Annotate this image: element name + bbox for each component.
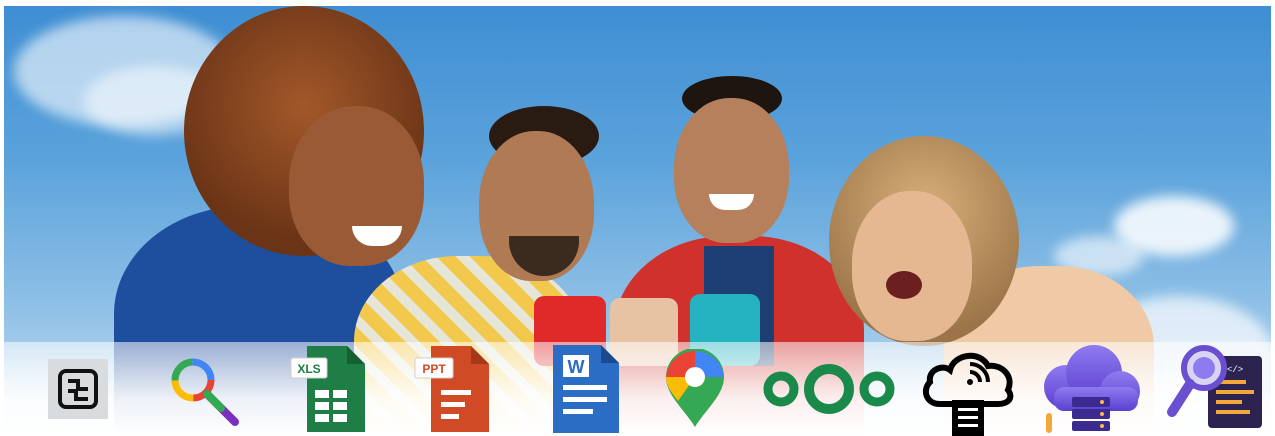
- cloud-server-icon[interactable]: [1034, 342, 1146, 436]
- ppt-label: PPT: [422, 362, 446, 376]
- presentation-icon[interactable]: PPT: [411, 342, 495, 436]
- spreadsheet-icon[interactable]: XLS: [287, 342, 371, 436]
- cloud-upload-icon[interactable]: [916, 342, 1020, 436]
- maps-icon[interactable]: [660, 342, 730, 436]
- nextcloud-icon[interactable]: [756, 342, 902, 436]
- document-icon[interactable]: W: [549, 342, 623, 436]
- app-dock: XLS PPT W </>: [4, 342, 1271, 436]
- code-inspect-icon[interactable]: </>: [1162, 342, 1266, 436]
- code-tag-icon: </>: [1227, 365, 1243, 375]
- xls-label: XLS: [297, 362, 320, 376]
- search-icon[interactable]: [162, 342, 242, 436]
- app-grid-icon[interactable]: [46, 342, 110, 436]
- word-label: W: [568, 357, 585, 377]
